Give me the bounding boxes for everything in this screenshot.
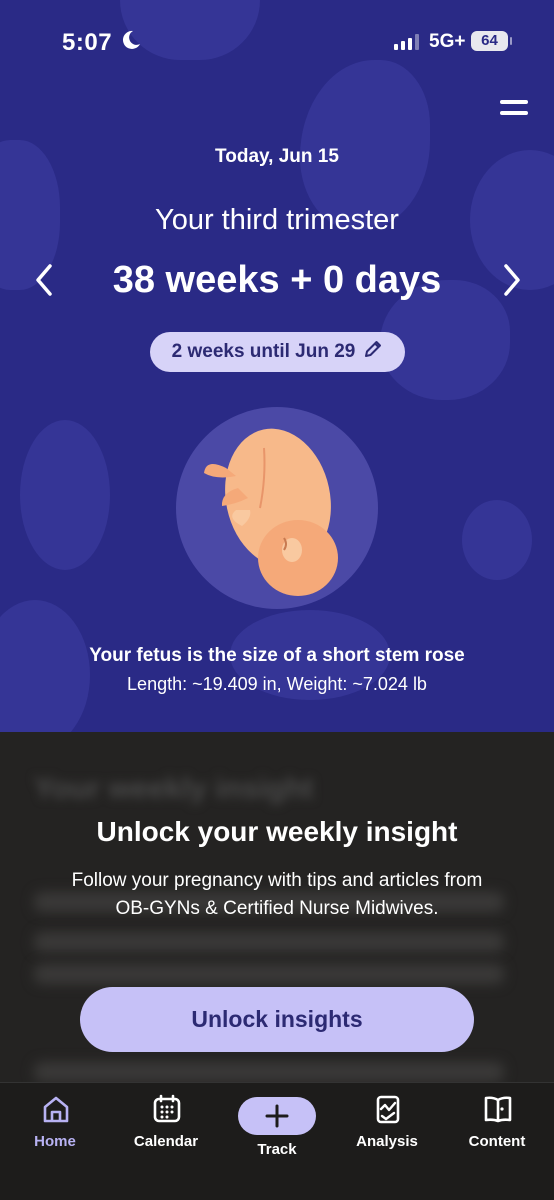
fetus-size-title: Your fetus is the size of a short stem r… xyxy=(89,645,465,666)
unlock-title: Unlock your weekly insight xyxy=(96,816,458,847)
battery-icon: 64 xyxy=(471,31,512,51)
fetus-size-meta: Length: ~19.409 in, Weight: ~7.024 lb xyxy=(127,674,427,694)
tab-label: Content xyxy=(468,1133,526,1150)
tab-label: Track xyxy=(257,1141,297,1158)
tab-home[interactable]: Home xyxy=(5,1093,105,1155)
tab-analysis[interactable]: Analysis xyxy=(337,1093,437,1155)
plus-icon xyxy=(265,1104,289,1128)
blurred-insight-title: Your weekly insight xyxy=(34,772,314,805)
unlock-insights-button[interactable]: Unlock insights xyxy=(80,987,474,1052)
blurred-text-line xyxy=(34,964,504,984)
tab-label: Calendar xyxy=(133,1133,199,1150)
hamburger-icon[interactable] xyxy=(498,98,530,118)
track-button[interactable] xyxy=(238,1097,316,1135)
blurred-text-line xyxy=(34,1062,504,1082)
tab-calendar[interactable]: Calendar xyxy=(116,1093,216,1155)
tab-label: Analysis xyxy=(356,1133,418,1150)
book-icon xyxy=(484,1096,512,1123)
bottom-tab-bar: Home Calendar Track Analysis Content xyxy=(0,1082,554,1200)
status-time: 5:07 xyxy=(62,29,113,56)
pregnancy-week: 38 weeks + 0 days xyxy=(112,259,442,301)
tab-content[interactable]: Content xyxy=(447,1093,547,1155)
home-icon xyxy=(43,1096,69,1123)
background-blob xyxy=(20,420,110,570)
pencil-icon xyxy=(363,339,383,365)
chevron-right-icon[interactable] xyxy=(496,262,526,298)
due-date-text: 2 weeks until Jun 29 xyxy=(171,341,356,362)
status-bar: 5:07 5G+ 64 xyxy=(0,0,554,84)
weekly-insight-sheet: Your weekly insight Unlock your weekly i… xyxy=(0,732,554,1082)
background-blob xyxy=(462,500,532,580)
moon-icon xyxy=(121,29,141,57)
due-date-pill[interactable]: 2 weeks until Jun 29 xyxy=(150,332,405,372)
unlock-description: Follow your pregnancy with tips and arti… xyxy=(71,870,483,919)
blurred-text-line xyxy=(34,932,504,952)
tab-label: Home xyxy=(34,1133,76,1150)
calendar-icon xyxy=(153,1094,181,1123)
today-date: Today, Jun 15 xyxy=(215,146,339,167)
trimester-label: Your third trimester xyxy=(155,204,399,236)
signal-icon xyxy=(394,34,419,50)
network-type: 5G+ xyxy=(429,31,466,52)
tab-track[interactable]: Track xyxy=(227,1093,327,1158)
fetus-illustration xyxy=(204,428,338,596)
hero-section: 5:07 5G+ 64 Today, Jun 15 Your third tri… xyxy=(0,0,554,732)
analysis-icon xyxy=(376,1095,400,1124)
